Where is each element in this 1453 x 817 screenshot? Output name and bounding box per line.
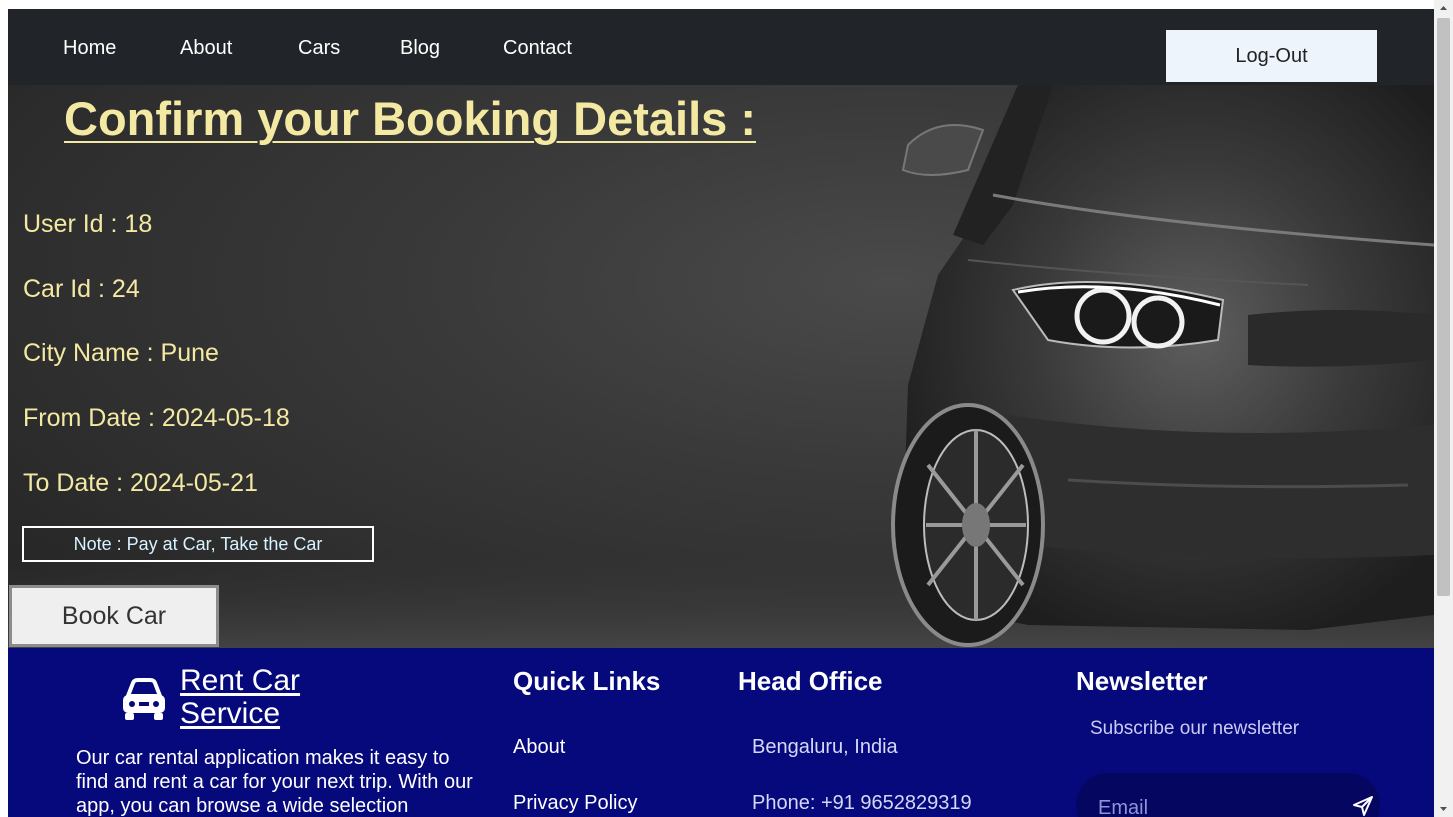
footer-link-privacy-policy[interactable]: Privacy Policy [513,792,637,815]
car-id-text: Car Id : 24 [23,275,140,303]
newsletter-subtitle: Subscribe our newsletter [1090,718,1300,739]
office-location: Bengaluru, India [752,736,898,758]
to-date-text: To Date : 2024-05-21 [23,469,258,497]
nav-blog[interactable]: Blog [400,35,440,61]
page-title: Confirm your Booking Details : [64,92,756,145]
head-office-heading: Head Office [738,666,883,696]
nav-contact[interactable]: Contact [503,35,572,61]
scroll-down-arrow-icon[interactable] [1434,800,1453,817]
newsletter-form [1076,773,1380,817]
send-icon[interactable] [1352,795,1374,817]
user-id-text: User Id : 18 [23,210,153,238]
scrollbar-thumb[interactable] [1437,18,1450,596]
nav-cars[interactable]: Cars [298,35,340,61]
footer-link-about[interactable]: About [513,736,565,759]
newsletter-email-input[interactable] [1098,793,1328,817]
scroll-up-arrow-icon[interactable] [1434,0,1453,17]
brand-name[interactable]: Rent Car Service [180,664,340,730]
brand-description: Our car rental application makes it easy… [76,747,473,817]
page: Home About Cars Blog Contact Log-Out Con… [8,9,1434,817]
footer: Rent Car Service Our car rental applicat… [8,648,1434,817]
from-date-text: From Date : 2024-05-18 [23,404,290,432]
nav-about[interactable]: About [180,35,232,61]
newsletter-heading: Newsletter [1076,666,1208,696]
book-car-button[interactable]: Book Car [9,585,219,647]
car-background-image [8,85,1434,648]
page-scrollbar[interactable] [1434,0,1453,817]
booking-hero: Confirm your Booking Details : User Id :… [8,85,1434,648]
city-name-text: City Name : Pune [23,339,219,367]
car-icon [123,678,165,720]
payment-note: Note : Pay at Car, Take the Car [22,526,374,562]
office-phone: Phone: +91 9652829319 [752,792,972,814]
logout-button[interactable]: Log-Out [1166,30,1377,82]
nav-home[interactable]: Home [63,35,116,61]
quick-links-heading: Quick Links [513,666,661,696]
navbar: Home About Cars Blog Contact Log-Out [8,9,1434,85]
